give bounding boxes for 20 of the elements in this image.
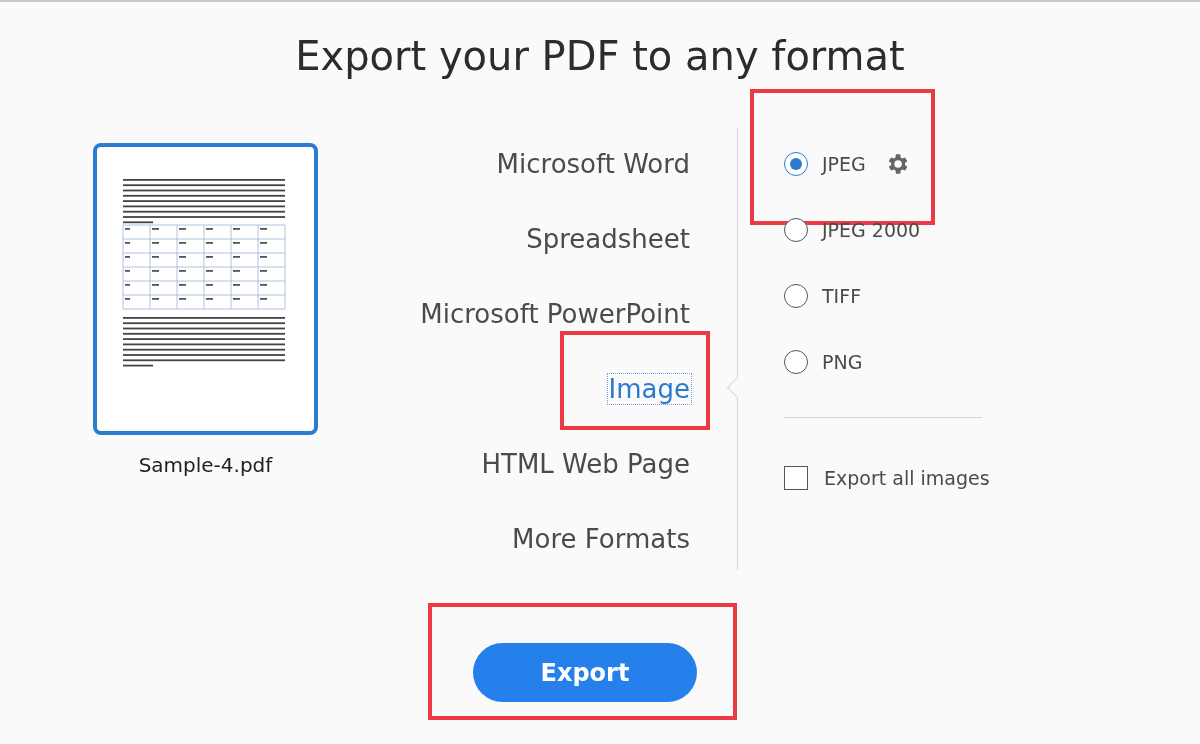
radio-button[interactable] [784,218,808,242]
option-label: PNG [822,351,863,373]
option-label: JPEG [822,153,866,175]
radio-button[interactable] [784,152,808,176]
format-option[interactable]: Microsoft PowerPoint [418,297,692,330]
export-button[interactable]: Export [473,643,697,702]
format-option[interactable]: More Formats [510,522,692,555]
format-option[interactable]: Image [606,372,692,405]
option-label: TIFF [822,285,862,307]
document-thumbnail[interactable] [93,143,318,435]
checkbox[interactable] [784,466,808,490]
format-option[interactable]: HTML Web Page [479,447,692,480]
option-label: JPEG 2000 [822,219,921,241]
page-title: Export your PDF to any format [294,32,906,81]
format-option[interactable]: Spreadsheet [524,222,692,255]
radio-button[interactable] [784,284,808,308]
file-name: Sample-4.pdf [138,453,273,477]
format-option[interactable]: Microsoft Word [494,147,692,180]
checkbox-label: Export all images [824,467,990,489]
radio-button[interactable] [784,350,808,374]
